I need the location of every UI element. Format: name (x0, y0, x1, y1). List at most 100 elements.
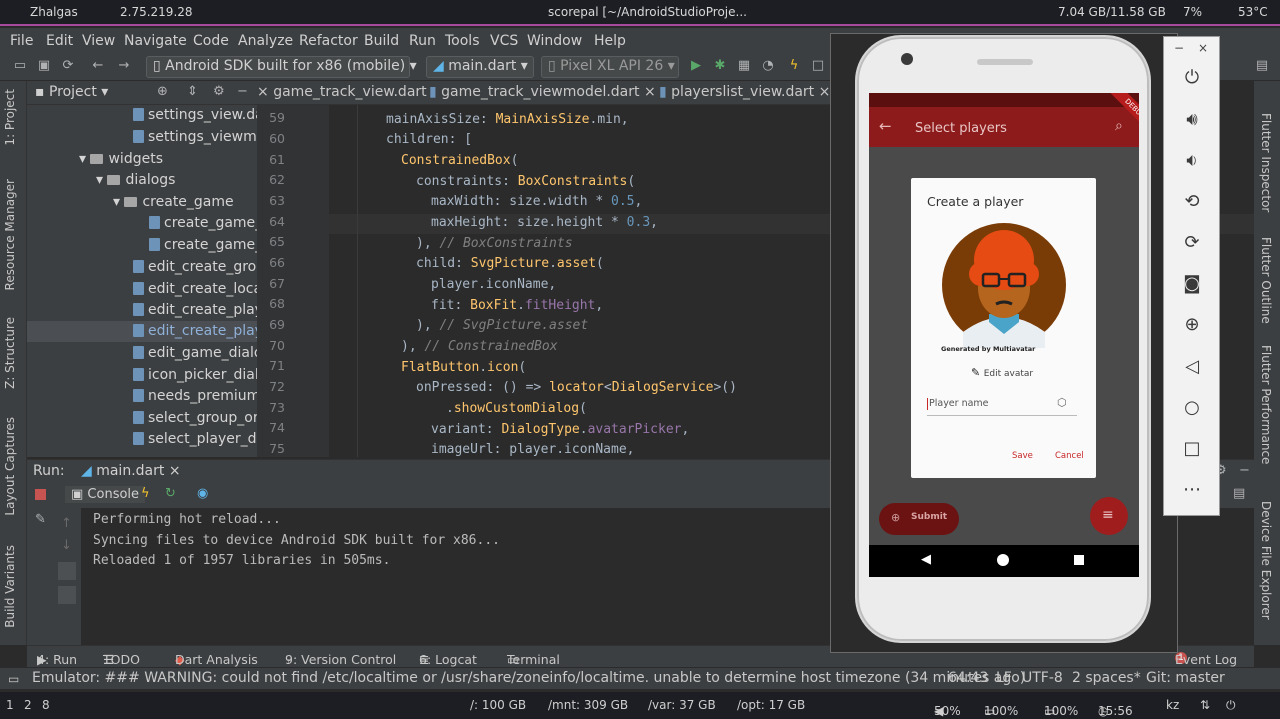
run-tab-main[interactable]: ◢ main.dart × (81, 463, 181, 479)
tree-item[interactable]: needs_premium_ (133, 386, 257, 407)
scroll-to-end-icon[interactable] (58, 586, 76, 604)
tab-game-track-view[interactable]: × game_track_view.dart (257, 84, 427, 100)
nav-home-icon[interactable] (997, 554, 1009, 566)
pin-icon[interactable]: ✎ (35, 512, 46, 527)
tree-item[interactable]: edit_create_locat (133, 279, 257, 300)
menu-vcs[interactable]: VCS (490, 33, 518, 49)
tab-console[interactable]: ▣ Console (65, 486, 146, 503)
tree-item[interactable]: icon_picker_dialc (133, 365, 257, 386)
close-icon[interactable]: × (257, 84, 269, 100)
project-view-selector[interactable]: ▪ Project ▾ (35, 84, 108, 100)
tree-item[interactable]: create_game_ (149, 213, 257, 234)
camera-icon[interactable]: ◙ (1181, 273, 1203, 295)
player-avatar[interactable] (941, 222, 1067, 348)
forward-arrow-icon[interactable]: → (116, 58, 132, 74)
git-branch[interactable]: Git: master (1146, 670, 1225, 686)
avd-selector[interactable]: ▯ Pixel XL API 26 ▾ (541, 56, 679, 78)
tab-playerslist-view[interactable]: ▮ playerslist_view.dart × (659, 84, 830, 100)
caret-position[interactable]: 64:43 (948, 670, 988, 686)
phone-screen[interactable]: ← Select players ⌕ DEBUG Create a player… (869, 93, 1139, 577)
device-selector[interactable]: ▯ Android SDK built for x86 (mobile) ▾ (146, 56, 417, 78)
volume-down-icon[interactable]: 🔉︎ (1181, 150, 1203, 172)
home-icon[interactable]: ○ (1181, 397, 1203, 419)
run-icon[interactable]: ▶ (688, 58, 704, 74)
tab-flutter-outline[interactable]: Flutter Outline (1259, 237, 1273, 324)
search-icon[interactable]: ⌕ (1115, 118, 1123, 134)
tree-item-selected[interactable]: edit_create_playe (27, 321, 257, 342)
menu-build[interactable]: Build (364, 33, 399, 49)
menu-file[interactable]: File (10, 33, 33, 49)
volume-up-icon[interactable]: 🔊︎ (1181, 109, 1203, 131)
tab-flutter-performance[interactable]: Flutter Performance (1259, 345, 1273, 464)
close-icon[interactable]: × (644, 84, 656, 100)
line-separator[interactable]: LF (996, 670, 1012, 686)
collapse-icon[interactable]: ⇕ (187, 84, 198, 99)
power-icon[interactable]: ⏻ (1226, 698, 1236, 713)
workspace-1[interactable]: 1 (6, 698, 14, 712)
menu-window[interactable]: Window (527, 33, 582, 49)
tab-project[interactable]: 1: Project (3, 89, 17, 146)
tab-build-variants[interactable]: Build Variants (3, 545, 17, 628)
menu-analyze[interactable]: Analyze (238, 33, 293, 49)
tree-folder[interactable]: ▾ widgets (79, 149, 163, 170)
close-icon[interactable]: × (169, 463, 181, 479)
menu-tools[interactable]: Tools (445, 33, 480, 49)
tree-item[interactable]: select_group_or_ (133, 408, 257, 429)
sync-icon[interactable]: ⟳ (60, 58, 76, 74)
soft-wrap-icon[interactable] (58, 562, 76, 580)
tab-resource-manager[interactable]: Resource Manager (3, 179, 17, 290)
status-message[interactable]: Emulator: ### WARNING: could not find /e… (32, 670, 1025, 686)
tree-item[interactable]: create_game_ (149, 235, 257, 256)
devtools-icon[interactable]: ◉ (197, 486, 208, 501)
menu-navigate[interactable]: Navigate (124, 33, 187, 49)
network-icon[interactable]: ⇅ (1200, 698, 1210, 712)
up-arrow-icon[interactable]: ↑ (61, 516, 72, 531)
indent-setting[interactable]: 2 spaces* (1072, 670, 1141, 686)
hot-reload-icon[interactable]: ϟ (141, 486, 150, 501)
tree-item[interactable]: settings_view.da (133, 105, 257, 126)
edit-avatar-button[interactable]: ✎ Edit avatar (971, 366, 1033, 379)
open-folder-icon[interactable]: ▭ (12, 58, 28, 74)
back-arrow-icon[interactable]: ← (90, 58, 106, 74)
layout-icon[interactable]: ▤ (1233, 486, 1245, 501)
tree-item[interactable]: select_player_dia (133, 429, 257, 450)
save-button[interactable]: Save (1012, 451, 1033, 461)
tab-device-file-explorer[interactable]: Device File Explorer (1259, 501, 1273, 620)
hot-restart-icon[interactable]: ↻ (165, 486, 176, 501)
workspace-8[interactable]: 8 (42, 698, 50, 712)
submit-button[interactable]: ⊕ Submit (879, 503, 959, 535)
layout-icon[interactable]: ▤ (1254, 58, 1270, 74)
debug-icon[interactable]: ✱ (712, 58, 728, 74)
profile-icon[interactable]: ◔ (760, 58, 776, 74)
tree-item[interactable]: edit_create_grou (133, 257, 257, 278)
keyboard-layout[interactable]: kz (1166, 698, 1179, 712)
tree-folder[interactable]: ▾ create_game (113, 192, 234, 213)
tab-game-track-viewmodel[interactable]: ▮ game_track_viewmodel.dart × (429, 84, 656, 100)
close-icon[interactable]: × (1198, 41, 1208, 55)
zoom-icon[interactable]: ⊕ (1181, 314, 1203, 336)
gear-icon[interactable]: ⚙ (213, 84, 225, 99)
more-icon[interactable]: ⋯ (1181, 479, 1203, 501)
coverage-icon[interactable]: ▦ (736, 58, 752, 74)
hot-reload-icon[interactable]: ϟ (786, 58, 802, 74)
workspace-2[interactable]: 2 (24, 698, 32, 712)
down-arrow-icon[interactable]: ↓ (61, 538, 72, 553)
tree-folder[interactable]: ▾ dialogs (96, 170, 175, 191)
save-icon[interactable]: ▣ (36, 58, 52, 74)
tree-item[interactable]: edit_game_dialo (133, 343, 257, 364)
menu-fab[interactable]: ≡ (1090, 497, 1128, 535)
cancel-button[interactable]: Cancel (1055, 451, 1084, 461)
menu-run[interactable]: Run (409, 33, 436, 49)
nav-back-icon[interactable]: ◀ (921, 552, 931, 567)
tab-structure[interactable]: Z: Structure (3, 317, 17, 389)
tree-item[interactable]: settings_viewmo (133, 127, 257, 148)
menu-refactor[interactable]: Refactor (299, 33, 358, 49)
cube-icon[interactable]: ⬡ (1057, 396, 1067, 409)
menu-view[interactable]: View (82, 33, 115, 49)
menu-code[interactable]: Code (193, 33, 229, 49)
player-name-field[interactable]: Player name ⬡ (927, 396, 1077, 416)
power-icon[interactable]: ⏻ (1181, 67, 1203, 89)
minimize-icon[interactable]: − (237, 84, 248, 99)
menu-edit[interactable]: Edit (46, 33, 73, 49)
nav-recents-icon[interactable] (1074, 555, 1084, 565)
